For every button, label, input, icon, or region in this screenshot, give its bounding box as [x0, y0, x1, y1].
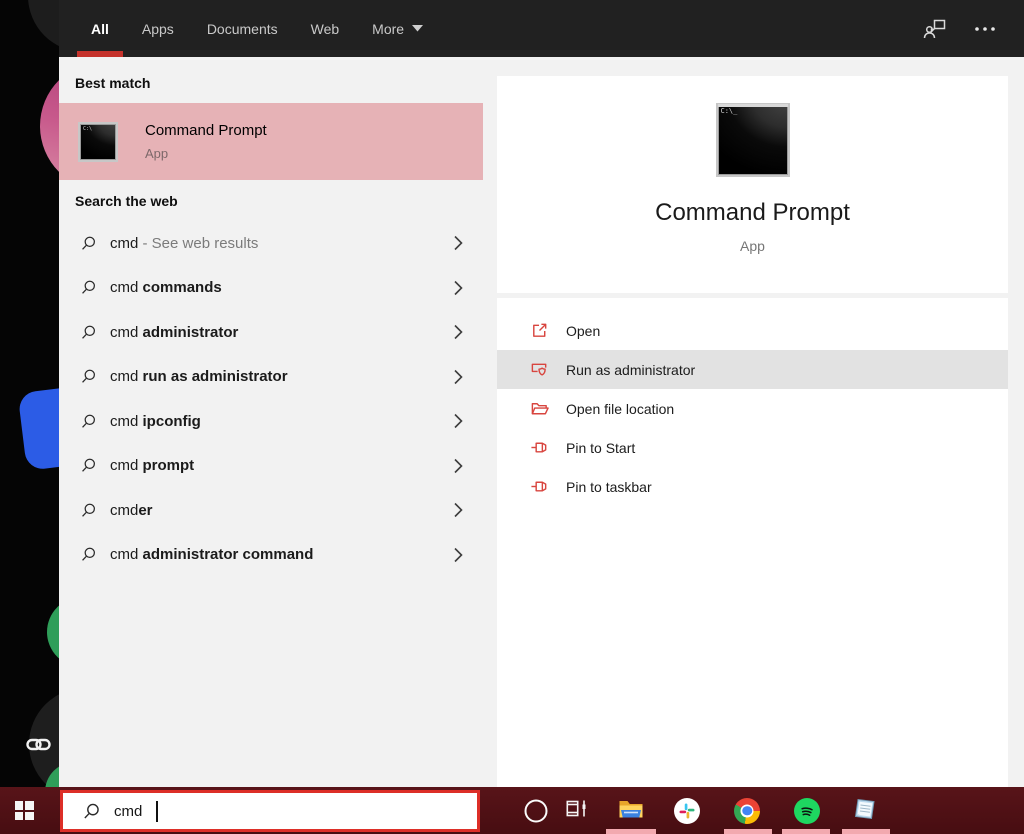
search-web-header: Search the web	[75, 193, 178, 209]
suggestion-row[interactable]: cmd administrator	[59, 310, 483, 355]
chevron-right-icon[interactable]	[454, 369, 463, 384]
suggestion-row[interactable]: cmd - See web results	[59, 221, 483, 266]
file-explorer-button[interactable]	[618, 796, 645, 825]
notepad-icon	[852, 795, 878, 821]
preview-hero: C:\_ Command Prompt App	[497, 76, 1008, 293]
open-launch-icon	[530, 321, 549, 340]
task-view-icon	[564, 796, 589, 820]
best-match-title: Command Prompt	[145, 122, 267, 139]
text-caret	[156, 801, 158, 822]
wallpaper-shape	[18, 383, 59, 471]
action-open-file-location[interactable]: Open file location	[497, 389, 1008, 428]
action-pin-to-taskbar[interactable]: Pin to taskbar	[497, 467, 1008, 506]
action-pin-to-start[interactable]: Pin to Start	[497, 428, 1008, 467]
suggestion-row[interactable]: cmd run as administrator	[59, 355, 483, 400]
taskbar-search-input[interactable]: cmd	[60, 790, 480, 832]
link-icon	[26, 735, 51, 759]
preview-actions: Open Run as administrator Open file loca…	[497, 298, 1008, 787]
pin-icon	[530, 477, 549, 496]
best-match-result[interactable]: C:\ Command Prompt App	[59, 103, 483, 180]
spotify-button[interactable]	[794, 798, 820, 824]
task-view-button[interactable]	[564, 796, 589, 825]
notepad-button[interactable]	[852, 795, 878, 826]
search-icon	[80, 368, 97, 385]
wallpaper-shape	[28, 0, 59, 52]
desktop-wallpaper	[0, 0, 59, 787]
best-match-header: Best match	[75, 75, 150, 91]
preview-type: App	[497, 238, 1008, 254]
search-query-text: cmd	[114, 803, 142, 820]
search-icon	[80, 279, 97, 296]
suggestion-row[interactable]: cmd administrator command	[59, 533, 483, 578]
running-indicator-notepad	[842, 829, 890, 834]
chevron-right-icon[interactable]	[454, 503, 463, 518]
suggestion-row[interactable]: cmd ipconfig	[59, 399, 483, 444]
tab-documents[interactable]: Documents	[207, 0, 278, 57]
slack-icon	[674, 798, 700, 824]
filter-tabs: All Apps Documents Web More	[59, 0, 1024, 57]
spotify-icon	[794, 798, 820, 824]
running-indicator-spotify	[782, 829, 830, 834]
preview-title: Command Prompt	[497, 199, 1008, 227]
cortana-icon	[525, 799, 548, 822]
folder-location-icon	[530, 399, 549, 418]
search-filter-bar: All Apps Documents Web More	[59, 0, 1024, 57]
web-suggestions-list: cmd - See web results cmd commands cmd a…	[59, 221, 483, 577]
search-icon	[80, 457, 97, 474]
tab-more-label: More	[372, 21, 404, 37]
search-icon	[80, 324, 97, 341]
taskbar: cmd	[0, 787, 1024, 834]
suggestion-row[interactable]: cmd commands	[59, 266, 483, 311]
chevron-right-icon[interactable]	[454, 547, 463, 562]
cortana-button[interactable]	[525, 799, 548, 822]
suggestion-row[interactable]: cmder	[59, 488, 483, 533]
search-icon	[80, 235, 97, 252]
wallpaper-shape	[47, 597, 59, 667]
suggestion-row[interactable]: cmd prompt	[59, 444, 483, 489]
more-options-icon[interactable]	[974, 26, 996, 32]
pin-icon	[530, 438, 549, 457]
slack-button[interactable]	[674, 798, 700, 824]
chevron-right-icon[interactable]	[454, 458, 463, 473]
tab-web[interactable]: Web	[311, 0, 340, 57]
chevron-right-icon[interactable]	[454, 280, 463, 295]
search-results-panel: Best match C:\ Command Prompt App Search…	[59, 57, 483, 787]
windows-search-screen: All Apps Documents Web More Best match	[0, 0, 1024, 834]
search-icon	[80, 546, 97, 563]
chevron-right-icon[interactable]	[454, 325, 463, 340]
running-indicator-file-explorer	[606, 829, 656, 834]
best-match-type: App	[145, 146, 267, 161]
file-explorer-icon	[618, 796, 645, 820]
wallpaper-shape	[40, 61, 59, 191]
command-prompt-icon-large: C:\_	[716, 103, 790, 177]
command-prompt-icon: C:\	[78, 122, 118, 162]
tab-all[interactable]: All	[91, 0, 109, 57]
search-icon	[80, 502, 97, 519]
chrome-icon	[734, 798, 760, 824]
start-button[interactable]	[0, 787, 48, 834]
run-as-admin-shield-icon	[530, 360, 549, 379]
chevron-right-icon[interactable]	[454, 414, 463, 429]
chevron-down-icon	[412, 25, 423, 32]
feedback-user-icon[interactable]	[922, 17, 948, 41]
preview-pane: C:\_ Command Prompt App Open Run as admi…	[483, 57, 1024, 787]
action-open[interactable]: Open	[497, 311, 1008, 350]
action-run-as-administrator[interactable]: Run as administrator	[497, 350, 1008, 389]
running-indicator-chrome	[724, 829, 772, 834]
search-icon	[80, 413, 97, 430]
search-icon	[82, 802, 101, 821]
tab-more[interactable]: More	[372, 0, 423, 57]
chevron-right-icon[interactable]	[454, 236, 463, 251]
chrome-button[interactable]	[734, 798, 760, 824]
tab-apps[interactable]: Apps	[142, 0, 174, 57]
windows-logo-icon	[15, 801, 34, 820]
